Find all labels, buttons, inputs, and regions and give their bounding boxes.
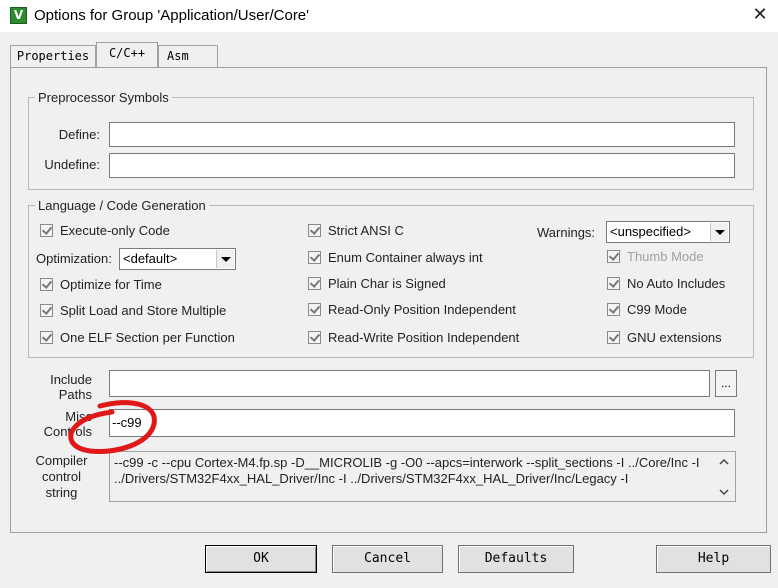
- tab-properties[interactable]: Properties: [10, 45, 96, 67]
- undefine-field[interactable]: [109, 153, 735, 178]
- optimization-label: Optimization:: [36, 251, 112, 266]
- one-elf-section-checkbox[interactable]: One ELF Section per Function: [40, 330, 235, 345]
- checkbox-box: [40, 278, 53, 291]
- ro-position-checkbox[interactable]: Read-Only Position Independent: [308, 302, 516, 317]
- split-load-store-checkbox[interactable]: Split Load and Store Multiple: [40, 303, 226, 318]
- defaults-button[interactable]: Defaults: [458, 545, 574, 573]
- rw-position-checkbox[interactable]: Read-Write Position Independent: [308, 330, 519, 345]
- c99-mode-checkbox[interactable]: C99 Mode: [607, 302, 687, 317]
- checkbox-box: [607, 331, 620, 344]
- split-load-store-label: Split Load and Store Multiple: [60, 303, 227, 318]
- checkbox-box: [40, 331, 53, 344]
- compiler-control-scrollbar[interactable]: [714, 452, 735, 501]
- plain-char-checkbox[interactable]: Plain Char is Signed: [308, 276, 446, 291]
- cancel-button[interactable]: Cancel: [332, 545, 443, 573]
- define-field[interactable]: [109, 122, 735, 147]
- compiler-control-line1: --c99 -c --cpu Cortex-M4.fp.sp -D__MICRO…: [114, 455, 700, 470]
- ok-button[interactable]: OK: [205, 545, 317, 573]
- optimize-for-time-checkbox[interactable]: Optimize for Time: [40, 277, 162, 292]
- tab-c-cpp[interactable]: C/C++: [96, 42, 158, 67]
- optimize-for-time-label: Optimize for Time: [60, 277, 162, 292]
- compiler-control-line2: ../Drivers/STM32F4xx_HAL_Driver/Inc -I .…: [114, 471, 629, 486]
- browse-include-paths-button[interactable]: ...: [715, 370, 737, 397]
- ro-position-label: Read-Only Position Independent: [328, 302, 516, 317]
- define-label: Define:: [58, 127, 100, 142]
- chevron-down-icon: [216, 250, 234, 268]
- checkbox-box: [607, 277, 620, 290]
- execute-only-checkbox[interactable]: Execute-only Code: [40, 223, 170, 238]
- checkbox-box: [308, 331, 321, 344]
- window-title: Options for Group 'Application/User/Core…: [34, 7, 310, 24]
- warnings-select[interactable]: <unspecified>: [606, 221, 730, 243]
- compiler-control-label-line3: string: [45, 485, 78, 500]
- checkbox-box: [308, 303, 321, 316]
- gnu-extensions-checkbox[interactable]: GNU extensions: [607, 330, 722, 345]
- misc-controls-field[interactable]: --c99: [109, 409, 735, 437]
- enum-container-checkbox[interactable]: Enum Container always int: [308, 250, 483, 265]
- tab-asm[interactable]: Asm: [158, 45, 218, 67]
- c99-mode-label: C99 Mode: [627, 302, 687, 317]
- strict-ansi-checkbox[interactable]: Strict ANSI C: [308, 223, 404, 238]
- enum-container-label: Enum Container always int: [328, 250, 483, 265]
- checkbox-box: [607, 250, 620, 263]
- language-legend: Language / Code Generation: [38, 198, 206, 213]
- plain-char-label: Plain Char is Signed: [328, 276, 446, 291]
- include-paths-field[interactable]: [109, 370, 710, 397]
- checkbox-box: [40, 224, 53, 237]
- strict-ansi-label: Strict ANSI C: [328, 223, 404, 238]
- warnings-label: Warnings:: [537, 225, 596, 240]
- optimization-value: <default>: [123, 251, 178, 266]
- execute-only-label: Execute-only Code: [60, 223, 170, 238]
- help-button[interactable]: Help: [656, 545, 771, 573]
- include-paths-label-line1: Include: [50, 372, 92, 387]
- checkbox-box: [607, 303, 620, 316]
- scroll-arrows-icon: [719, 458, 729, 496]
- no-auto-includes-label: No Auto Includes: [627, 276, 726, 291]
- checkbox-box: [308, 277, 321, 290]
- compiler-control-label-line2: control: [41, 469, 82, 484]
- compiler-control-label: Compiler control string: [30, 453, 93, 501]
- undefine-label: Undefine:: [44, 157, 100, 172]
- thumb-mode-label: Thumb Mode: [627, 249, 704, 264]
- checkbox-box: [308, 224, 321, 237]
- one-elf-section-label: One ELF Section per Function: [60, 330, 235, 345]
- no-auto-includes-checkbox[interactable]: No Auto Includes: [607, 276, 725, 291]
- warnings-value: <unspecified>: [610, 224, 691, 239]
- thumb-mode-checkbox[interactable]: Thumb Mode: [607, 249, 704, 264]
- annotation-circle: [68, 400, 157, 455]
- checkbox-box: [308, 251, 321, 264]
- compiler-control-text: --c99 -c --cpu Cortex-M4.fp.sp -D__MICRO…: [109, 451, 736, 502]
- checkbox-box: [40, 304, 53, 317]
- rw-position-label: Read-Write Position Independent: [328, 330, 520, 345]
- optimization-select[interactable]: <default>: [119, 248, 236, 270]
- preprocessor-legend: Preprocessor Symbols: [38, 90, 169, 105]
- close-icon[interactable]: ✕: [748, 3, 772, 27]
- gnu-extensions-label: GNU extensions: [627, 330, 722, 345]
- chevron-down-icon: [710, 223, 728, 241]
- app-icon: V: [10, 7, 27, 24]
